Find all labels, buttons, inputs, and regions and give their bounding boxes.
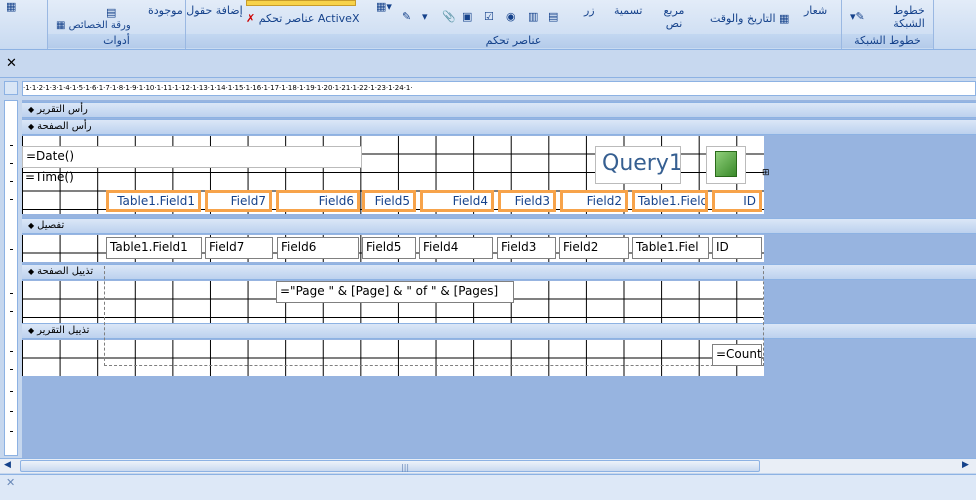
horizontal-ruler[interactable]: ·1·1·2·1·3·1·4·1·5·1·6·1·7·1·8·1·9·1·10·… xyxy=(22,81,976,96)
list-icon[interactable]: ▤ xyxy=(548,10,558,23)
band-page-header[interactable]: ◆ رأس الصفحة xyxy=(22,119,976,135)
vruler-tick xyxy=(10,411,13,412)
detail-textbox-id[interactable]: ID xyxy=(712,237,762,259)
date-textbox[interactable]: =Date() xyxy=(22,146,362,168)
chart-icon[interactable]: ▥ xyxy=(528,10,538,23)
ribbon-group-tools: ▤ إضافة حقول موجودة ▦ ورقة الخصائص أدوات xyxy=(48,0,243,49)
band-page-footer-label: ◆ تذييل الصفحة xyxy=(28,266,94,277)
report-title-label[interactable]: Query1 xyxy=(595,146,681,184)
detail-textbox-field5[interactable]: Field5 xyxy=(362,237,416,259)
detail-textbox-field4[interactable]: Field4 xyxy=(419,237,493,259)
image-icon[interactable]: ▣ xyxy=(462,10,472,23)
band-page-header-label: ◆ رأس الصفحة xyxy=(28,121,92,132)
datetime-icon: ▦ xyxy=(779,12,790,25)
vruler-tick xyxy=(10,145,13,146)
vruler-tick xyxy=(10,199,13,200)
header-label-field5[interactable]: Field5 xyxy=(362,190,416,212)
header-label-field1[interactable]: Table1.Field1 xyxy=(106,190,201,212)
detail-textbox-field3[interactable]: Field3 xyxy=(497,237,556,259)
detail-textbox-field2[interactable]: Field2 xyxy=(559,237,629,259)
band-collapse-icon: ◆ xyxy=(28,105,35,114)
detail-textbox-field6[interactable]: Field6 xyxy=(277,237,359,259)
gridlines-dropdown-icon[interactable]: ▾✎ xyxy=(850,10,865,23)
checkbox-icon[interactable]: ☑ xyxy=(484,10,494,23)
selection-outline xyxy=(104,266,764,366)
textbox-button[interactable]: مربع نص xyxy=(662,4,686,30)
header-label-field6[interactable]: Field6 xyxy=(276,190,360,212)
line-icon[interactable]: ▾ xyxy=(422,10,428,23)
ribbon-group-right-edge xyxy=(934,0,976,49)
tools-group-label: أدوات xyxy=(48,34,185,48)
radio-icon[interactable]: ◉ xyxy=(506,10,516,23)
logo-button[interactable]: شعار xyxy=(804,4,827,17)
band-detail[interactable]: ◆ تفصيل xyxy=(22,218,976,234)
time-textbox[interactable]: =Time() xyxy=(22,168,102,190)
band-report-header[interactable]: ◆ رأس التقرير xyxy=(22,102,976,118)
band-collapse-icon: ◆ xyxy=(28,221,35,230)
header-label-field2[interactable]: Field2 xyxy=(560,190,628,212)
wizard-dropdown-icon[interactable]: ▦▾ xyxy=(376,0,392,13)
vruler-tick xyxy=(10,369,13,370)
vruler-tick xyxy=(10,249,13,250)
document-tab-bar: ✕ xyxy=(0,50,976,78)
controls-group-label: عناصر تحكم xyxy=(186,34,841,48)
scrollbar-thumb[interactable]: ||| xyxy=(20,460,760,472)
detail-textbox-table1-field1[interactable]: Table1.Field1 xyxy=(106,237,202,259)
ribbon-group-controls: ✗ عناصر تحكم ActiveX ▦▾ ✎ ▾ 📎 ▣ ☑ ◉ ▥ ▤ … xyxy=(186,0,842,49)
scroll-left-icon[interactable]: ◀ xyxy=(4,460,11,470)
band-report-header-label: ◆ رأس التقرير xyxy=(28,104,88,115)
scroll-grip-icon: ||| xyxy=(401,463,410,472)
status-bar: ✕ xyxy=(0,474,976,500)
close-icon[interactable]: ✕ xyxy=(6,56,17,71)
header-label-field4[interactable]: Field4 xyxy=(420,190,494,212)
section-detail[interactable]: Table1.Field1 Field7 Field6 Field5 Field… xyxy=(22,235,764,262)
datetime-button[interactable]: التاريخ والوقت ▦ xyxy=(710,12,789,25)
band-collapse-icon: ◆ xyxy=(28,267,35,276)
report-selector[interactable] xyxy=(4,81,18,95)
header-label-field7[interactable]: Field7 xyxy=(205,190,272,212)
header-label-id[interactable]: ID xyxy=(712,190,762,212)
ruler-row: ·1·1·2·1·3·1·4·1·5·1·6·1·7·1·8·1·9·1·10·… xyxy=(0,80,976,98)
edge-icon: ▦ xyxy=(6,0,17,13)
vertical-ruler[interactable] xyxy=(4,100,18,456)
resize-grip-icon[interactable]: ⊞ xyxy=(762,168,770,178)
gridlines-button[interactable]: خطوط الشبكة xyxy=(886,4,932,30)
band-collapse-icon: ◆ xyxy=(28,122,35,131)
status-close-icon[interactable]: ✕ xyxy=(6,476,15,489)
horizontal-scrollbar[interactable]: ◀ ||| ▶ xyxy=(0,458,976,473)
activex-button[interactable]: ✗ عناصر تحكم ActiveX xyxy=(246,12,359,25)
button-button[interactable]: زر xyxy=(584,4,595,17)
report-design-canvas: ◆ رأس التقرير ◆ رأس الصفحة =Date() =Time()… xyxy=(22,100,976,458)
section-page-header[interactable]: =Date() =Time() Query1 ⊞ Table1.Field1 F… xyxy=(22,136,770,214)
detail-textbox-field7[interactable]: Field7 xyxy=(205,237,273,259)
vruler-tick xyxy=(10,181,13,182)
line-color-icon[interactable]: ✎ xyxy=(402,10,411,23)
vruler-tick xyxy=(10,431,13,432)
scroll-right-icon[interactable]: ▶ xyxy=(962,460,969,470)
ribbon-group-gridlines: ▾✎ خطوط الشبكة خطوط الشبكة xyxy=(842,0,934,49)
band-detail-label: ◆ تفصيل xyxy=(28,220,65,231)
vruler-tick xyxy=(10,163,13,164)
report-logo-image[interactable] xyxy=(706,146,746,184)
band-report-footer-label: ◆ تذييل التقرير xyxy=(28,325,90,336)
book-icon xyxy=(715,151,737,177)
detail-textbox-table1-field1b[interactable]: Table1.Fiel xyxy=(632,237,709,259)
attachment-icon[interactable]: 📎 xyxy=(442,10,456,23)
gridlines-group-label: خطوط الشبكة xyxy=(842,34,933,48)
activex-icon: ✗ xyxy=(246,12,256,25)
ribbon: ▦ ▤ إضافة حقول موجودة ▦ ورقة الخصائص أدو… xyxy=(0,0,976,50)
vruler-tick xyxy=(10,293,13,294)
use-wizard-button[interactable] xyxy=(246,0,356,6)
vruler-tick xyxy=(10,391,13,392)
vruler-tick xyxy=(10,311,13,312)
header-label-table1-field1[interactable]: Table1.Field1 xyxy=(632,190,708,212)
vruler-tick xyxy=(10,351,13,352)
header-label-field3[interactable]: Field3 xyxy=(498,190,556,212)
add-fields-icon: ▤ xyxy=(106,6,117,19)
label-button[interactable]: تسمية xyxy=(614,4,642,17)
ribbon-group-edge: ▦ xyxy=(0,0,48,49)
band-collapse-icon: ◆ xyxy=(28,326,35,335)
property-sheet-button[interactable]: ▦ ورقة الخصائص xyxy=(56,20,131,31)
